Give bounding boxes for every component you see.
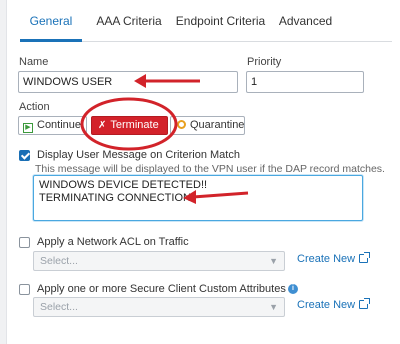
action-label: Action	[19, 101, 50, 113]
network-acl-label: Apply a Network ACL on Traffic	[37, 236, 189, 248]
continue-button[interactable]: ▶ Continue	[18, 116, 87, 135]
custom-attributes-label: Apply one or more Secure Client Custom A…	[37, 283, 286, 295]
priority-field[interactable]: 1	[246, 71, 364, 93]
terminate-button[interactable]: ✗ Terminate	[91, 116, 168, 135]
user-message-textarea[interactable]: WINDOWS DEVICE DETECTED!! TERMINATING CO…	[33, 175, 363, 221]
create-new-acl-label: Create New	[297, 253, 356, 265]
continue-icon: ▶	[23, 123, 33, 133]
tab-advanced[interactable]: Advanced	[273, 0, 338, 42]
message-line-1: WINDOWS DEVICE DETECTED!!	[39, 179, 208, 191]
display-message-checkbox[interactable]	[19, 150, 30, 161]
quarantine-button-label: Quarantine	[190, 119, 245, 131]
display-message-label: Display User Message on Criterion Match	[37, 149, 240, 161]
network-acl-checkbox[interactable]	[19, 237, 30, 248]
create-new-attributes-link[interactable]: Create New	[297, 298, 371, 311]
custom-attributes-select[interactable]: Select... ▼	[33, 297, 285, 317]
name-label: Name	[19, 56, 49, 68]
custom-attributes-select-placeholder: Select...	[40, 301, 78, 313]
external-link-icon	[359, 298, 371, 309]
quarantine-icon	[177, 120, 186, 129]
create-new-acl-link[interactable]: Create New	[297, 252, 371, 265]
quarantine-button[interactable]: Quarantine	[170, 116, 245, 135]
left-panel-edge	[0, 0, 7, 344]
network-acl-select-placeholder: Select...	[40, 255, 78, 267]
terminate-button-label: Terminate	[110, 119, 159, 131]
message-line-2: TERMINATING CONNECTION!	[39, 192, 195, 204]
external-link-icon	[359, 252, 371, 263]
continue-button-label: Continue	[37, 119, 82, 131]
display-message-help: This message will be displayed to the VP…	[35, 163, 385, 175]
terminate-icon: ✗	[98, 120, 107, 131]
chevron-down-icon: ▼	[269, 256, 278, 266]
name-field[interactable]: WINDOWS USER	[18, 71, 238, 93]
network-acl-select[interactable]: Select... ▼	[33, 251, 285, 271]
tab-general[interactable]: General	[20, 0, 82, 42]
priority-label: Priority	[247, 56, 282, 68]
tab-bar: General AAA Criteria Endpoint Criteria A…	[20, 0, 392, 42]
chevron-down-icon: ▼	[269, 302, 278, 312]
tab-aaa-criteria[interactable]: AAA Criteria	[86, 0, 172, 42]
create-new-attributes-label: Create New	[297, 299, 356, 311]
info-icon[interactable]: i	[288, 284, 298, 294]
tab-endpoint-criteria[interactable]: Endpoint Criteria	[174, 0, 267, 42]
custom-attributes-checkbox[interactable]	[19, 284, 30, 295]
